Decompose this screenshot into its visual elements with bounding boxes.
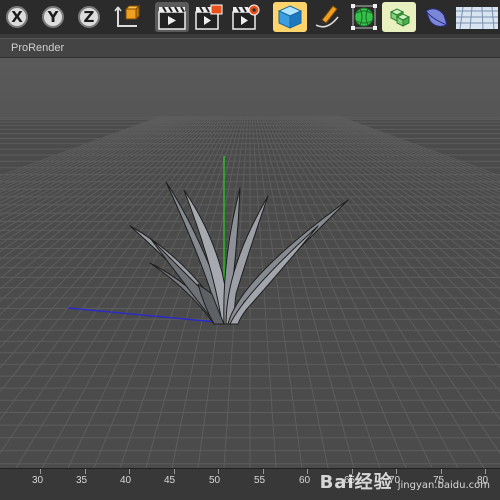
z-axis-label: Z [78,6,100,28]
array-generator-icon [389,8,411,27]
timeline-tick-mark [84,469,86,474]
viewport-header: ProRender [0,38,500,58]
viewport-canvas[interactable] [0,58,500,468]
prorender-menu[interactable]: ProRender [11,42,64,54]
y-axis-label: Y [42,6,64,28]
timeline-ruler[interactable]: 30 35 40 45 50 55 60 65 70 75 80 Bai经验 j… [0,468,500,500]
subdivision-surface-button[interactable] [347,2,381,32]
z-axis-lock-button[interactable]: Z [74,2,104,32]
cube-primitive-icon [277,5,303,29]
render-settings-icon [232,4,260,30]
timeline-tick-mark [440,469,442,474]
render-view-icon [158,6,186,30]
deformer-icon [425,8,448,27]
render-to-picture-viewer-button[interactable] [192,2,226,32]
timeline-tick-mark [396,469,397,474]
render-view-button[interactable] [155,2,189,32]
timeline-tick-mark [351,469,353,474]
subdivision-surface-icon [351,4,377,30]
timeline-tick: 45 [164,475,176,486]
timeline-tick-mark [129,469,130,474]
watermark: Bai经验 jingyan.baidu.com [320,468,490,494]
timeline-tick: 55 [254,475,266,486]
timeline-tick: 60 [299,475,311,486]
viewport-sky [0,58,500,120]
x-axis-lock-button[interactable]: X [2,2,32,32]
timeline-tick-mark [218,469,219,474]
timeline-tick-mark [307,469,308,474]
floor-environment-button[interactable] [455,2,499,32]
render-to-picture-viewer-icon [195,4,223,30]
watermark-url: jingyan.baidu.com [397,480,490,491]
array-generator-button[interactable] [382,2,416,32]
timeline-tick: 30 [32,475,44,486]
world-coordinates-button[interactable] [110,2,144,32]
timeline-tick-mark [173,469,175,474]
timeline-tick-mark [40,469,41,474]
3d-viewport[interactable] [0,58,500,468]
timeline-tick: 35 [76,475,88,486]
y-axis-lock-button[interactable]: Y [38,2,68,32]
timeline-tick: 50 [209,475,221,486]
floor-environment-icon [456,6,498,30]
pen-spline-button[interactable] [310,2,344,32]
timeline-tick-mark [485,469,486,474]
timeline-tick-mark [262,469,264,474]
pen-spline-icon [315,5,339,28]
timeline-tick: 40 [120,475,132,486]
world-coordinates-icon [114,4,141,27]
cube-primitive-button[interactable] [273,2,307,32]
x-axis-label: X [6,6,28,28]
deformer-button[interactable] [419,2,453,32]
watermark-brand: Bai经验 [319,472,393,493]
main-toolbar: X Y Z [0,0,500,34]
render-settings-button[interactable] [229,2,263,32]
